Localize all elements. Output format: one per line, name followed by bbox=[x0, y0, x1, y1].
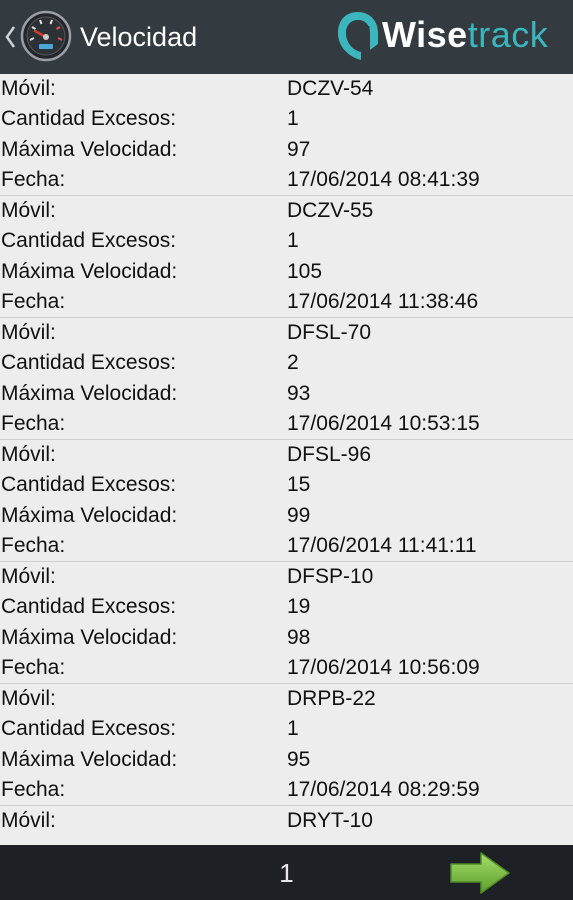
value-movil: DFSL-70 bbox=[287, 321, 372, 344]
field-excesos: Cantidad Excesos: 2 bbox=[0, 348, 573, 378]
value-fecha: 17/06/2014 08:29:59 bbox=[287, 777, 480, 801]
label-fecha: Fecha: bbox=[1, 289, 66, 313]
value-excesos: 1 bbox=[287, 107, 299, 131]
field-velocidad: Máxima Velocidad: 97 bbox=[0, 135, 573, 165]
list-item[interactable]: Móvil: DFSL-96 Cantidad Excesos: 15 Máxima… bbox=[0, 440, 573, 562]
field-velocidad: Máxima Velocidad: 98 bbox=[0, 623, 573, 653]
field-velocidad: Máxima Velocidad: 95 bbox=[0, 745, 573, 775]
label-movil: Móvil: bbox=[1, 199, 56, 222]
label-velocidad: Máxima Velocidad: bbox=[1, 381, 178, 405]
field-velocidad: Máxima Velocidad: 99 bbox=[0, 501, 573, 531]
label-fecha: Fecha: bbox=[1, 533, 66, 557]
field-excesos: Cantidad Excesos: 1 bbox=[0, 714, 573, 744]
field-movil: Móvil: DRYT-10 bbox=[0, 806, 573, 836]
field-excesos: Cantidad Excesos: 15 bbox=[0, 470, 573, 500]
field-fecha: Fecha: 17/06/2014 10:53:15 bbox=[0, 409, 573, 439]
pagination-bar: 1 bbox=[0, 845, 573, 900]
value-excesos: 2 bbox=[287, 351, 299, 375]
list-item[interactable]: Móvil: DRYT-10 bbox=[0, 806, 573, 842]
field-velocidad: Máxima Velocidad: 93 bbox=[0, 379, 573, 409]
list-item[interactable]: Móvil: DFSP-10 Cantidad Excesos: 19 Máxima… bbox=[0, 562, 573, 684]
label-excesos: Cantidad Excesos: bbox=[1, 717, 177, 741]
label-fecha: Fecha: bbox=[1, 167, 66, 191]
field-movil: Móvil: DFSP-10 bbox=[0, 562, 573, 592]
field-fecha: Fecha: 17/06/2014 10:56:09 bbox=[0, 653, 573, 683]
value-velocidad: 97 bbox=[287, 137, 311, 161]
page-title: Velocidad bbox=[80, 22, 198, 52]
value-movil: DCZV-54 bbox=[287, 77, 374, 100]
value-excesos: 15 bbox=[287, 473, 311, 497]
value-fecha: 17/06/2014 08:41:39 bbox=[287, 167, 480, 191]
list-item[interactable]: Móvil: DCZV-55 Cantidad Excesos: 1 Máxima … bbox=[0, 196, 573, 318]
field-movil: Móvil: DCZV-54 bbox=[0, 74, 573, 104]
label-velocidad: Máxima Velocidad: bbox=[1, 747, 178, 771]
value-movil: DCZV-55 bbox=[287, 199, 374, 222]
value-velocidad: 95 bbox=[287, 747, 311, 771]
label-fecha: Fecha: bbox=[1, 411, 66, 435]
chevron-left-icon[interactable] bbox=[3, 22, 17, 52]
value-excesos: 1 bbox=[287, 229, 299, 253]
field-fecha: Fecha: 17/06/2014 11:38:46 bbox=[0, 287, 573, 317]
label-excesos: Cantidad Excesos: bbox=[1, 595, 177, 619]
value-velocidad: 105 bbox=[287, 259, 323, 283]
value-velocidad: 99 bbox=[287, 503, 311, 527]
field-fecha: Fecha: 17/06/2014 08:29:59 bbox=[0, 775, 573, 805]
label-excesos: Cantidad Excesos: bbox=[1, 351, 177, 375]
speedometer-icon[interactable] bbox=[20, 10, 72, 62]
label-excesos: Cantidad Excesos: bbox=[1, 473, 177, 497]
field-excesos: Cantidad Excesos: 1 bbox=[0, 226, 573, 256]
label-velocidad: Máxima Velocidad: bbox=[1, 625, 178, 649]
value-movil: DFSP-10 bbox=[287, 565, 374, 588]
value-fecha: 17/06/2014 10:56:09 bbox=[287, 655, 480, 679]
value-velocidad: 98 bbox=[287, 625, 311, 649]
label-velocidad: Máxima Velocidad: bbox=[1, 503, 178, 527]
label-movil: Móvil: bbox=[1, 687, 56, 710]
field-excesos: Cantidad Excesos: 1 bbox=[0, 104, 573, 134]
list-item[interactable]: Móvil: DFSL-70 Cantidad Excesos: 2 Máxima … bbox=[0, 318, 573, 440]
label-movil: Móvil: bbox=[1, 321, 56, 344]
value-fecha: 17/06/2014 11:38:46 bbox=[287, 289, 479, 313]
value-movil: DRYT-10 bbox=[287, 809, 373, 832]
label-velocidad: Máxima Velocidad: bbox=[1, 137, 178, 161]
value-movil: DRPB-22 bbox=[287, 687, 376, 710]
field-fecha: Fecha: 17/06/2014 11:41:11 bbox=[0, 531, 573, 561]
label-excesos: Cantidad Excesos: bbox=[1, 107, 177, 131]
field-fecha: Fecha: 17/06/2014 08:41:39 bbox=[0, 165, 573, 195]
value-movil: DFSL-96 bbox=[287, 443, 372, 466]
wisetrack-logo-icon bbox=[338, 12, 378, 60]
value-excesos: 1 bbox=[287, 717, 299, 741]
speed-report-list[interactable]: Móvil: DCZV-54 Cantidad Excesos: 1 Máxima … bbox=[0, 74, 573, 845]
arrow-right-icon[interactable] bbox=[449, 851, 511, 895]
value-excesos: 19 bbox=[287, 595, 311, 619]
logo-wise: Wise bbox=[382, 14, 468, 55]
value-velocidad: 93 bbox=[287, 381, 311, 405]
value-fecha: 17/06/2014 10:53:15 bbox=[287, 411, 480, 435]
wisetrack-logo: Wisetrack bbox=[335, 8, 567, 64]
action-bar: Velocidad Wisetrack bbox=[0, 0, 573, 74]
field-movil: Móvil: DCZV-55 bbox=[0, 196, 573, 226]
value-fecha: 17/06/2014 11:41:11 bbox=[287, 533, 477, 557]
list-item[interactable]: Móvil: DCZV-54 Cantidad Excesos: 1 Máxima … bbox=[0, 74, 573, 196]
label-fecha: Fecha: bbox=[1, 655, 66, 679]
field-movil: Móvil: DFSL-70 bbox=[0, 318, 573, 348]
label-fecha: Fecha: bbox=[1, 777, 66, 801]
label-movil: Móvil: bbox=[1, 565, 56, 588]
label-movil: Móvil: bbox=[1, 809, 56, 832]
logo-wordmark: Wisetrack bbox=[382, 14, 548, 56]
logo-track: track bbox=[467, 14, 549, 55]
field-excesos: Cantidad Excesos: 19 bbox=[0, 592, 573, 622]
field-movil: Móvil: DFSL-96 bbox=[0, 440, 573, 470]
field-velocidad: Máxima Velocidad: 105 bbox=[0, 257, 573, 287]
label-movil: Móvil: bbox=[1, 77, 56, 100]
label-movil: Móvil: bbox=[1, 443, 56, 466]
label-excesos: Cantidad Excesos: bbox=[1, 229, 177, 253]
list-item[interactable]: Móvil: DRPB-22 Cantidad Excesos: 1 Máxima … bbox=[0, 684, 573, 806]
field-movil: Móvil: DRPB-22 bbox=[0, 684, 573, 714]
label-velocidad: Máxima Velocidad: bbox=[1, 259, 178, 283]
